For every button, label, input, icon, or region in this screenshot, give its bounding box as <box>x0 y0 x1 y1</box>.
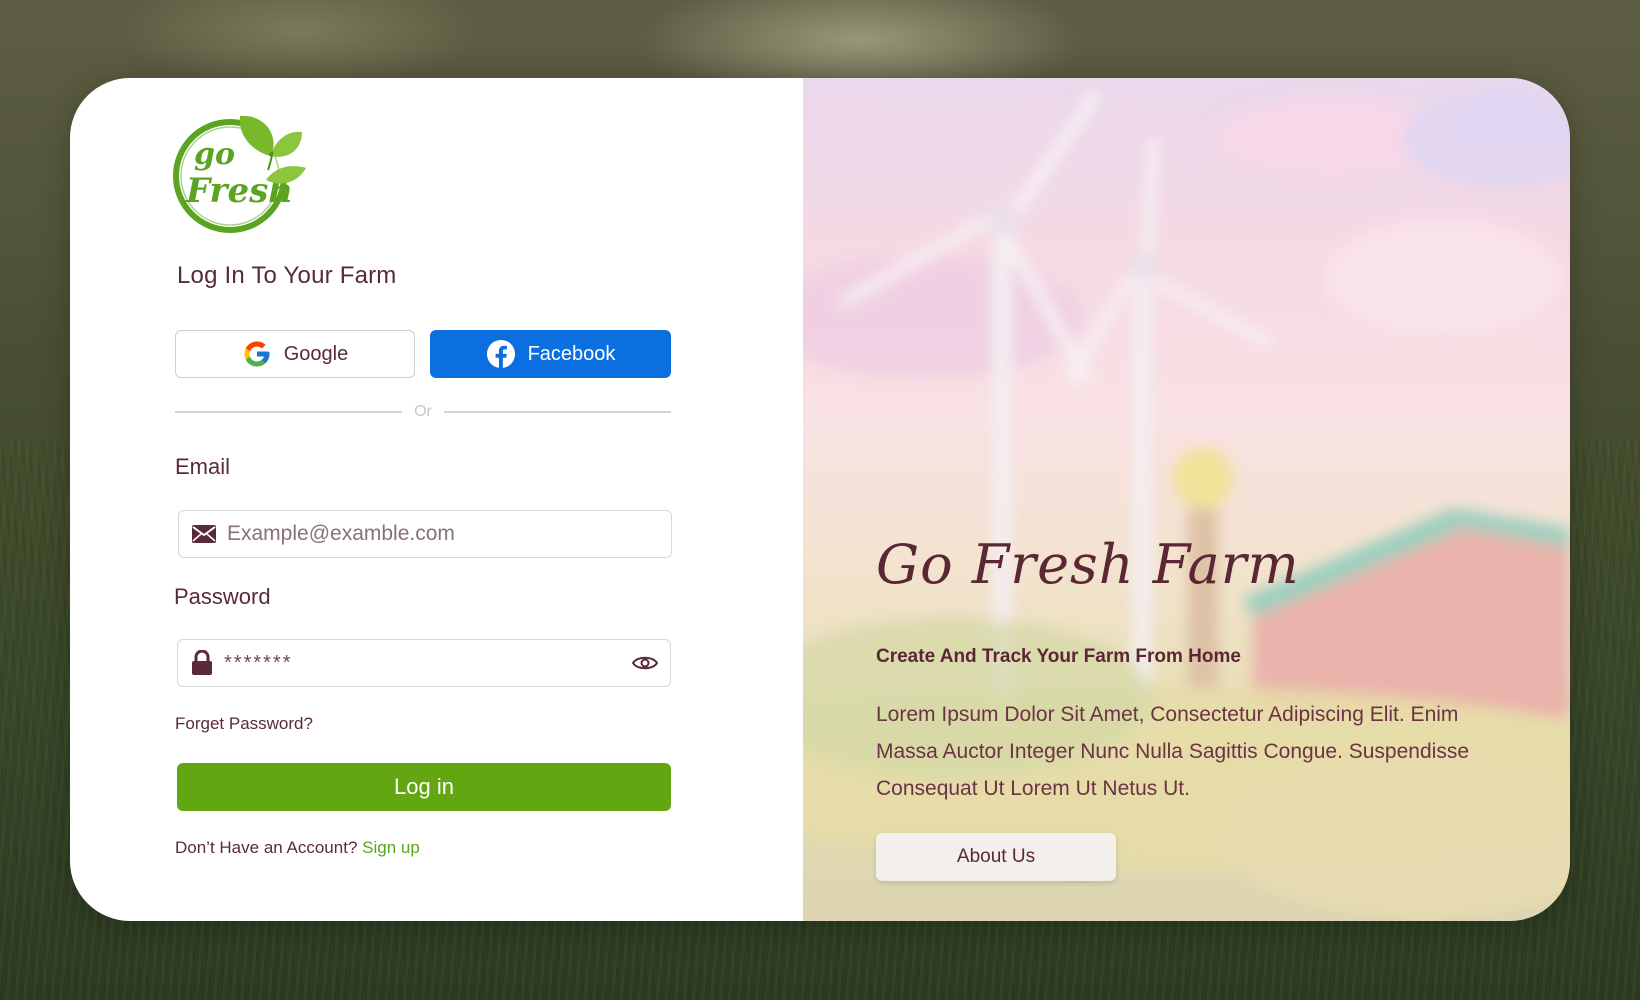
hero-tagline: Create And Track Your Farm From Home <box>876 646 1241 667</box>
password-label: Password <box>174 584 271 609</box>
login-card: go Fresh Log In To Your Farm Google Face… <box>70 78 1570 921</box>
divider-line-right <box>443 411 671 413</box>
email-input[interactable] <box>227 522 659 546</box>
email-label: Email <box>175 454 231 479</box>
google-icon <box>244 341 270 367</box>
facebook-icon <box>486 339 515 369</box>
hero-panel: Go Fresh Farm Create And Track Your Farm… <box>803 78 1570 921</box>
email-field[interactable] <box>178 510 672 558</box>
envelope-icon <box>192 525 216 543</box>
eye-icon[interactable] <box>632 654 658 672</box>
or-divider: Or <box>175 400 671 424</box>
hero-content: Go Fresh Farm Create And Track Your Farm… <box>876 78 1516 921</box>
hero-title: Go Fresh Farm <box>876 533 1300 596</box>
password-field[interactable]: ******* <box>177 639 671 687</box>
hero-description: Lorem Ipsum Dolor Sit Amet, Consectetur … <box>876 703 1469 800</box>
signup-link[interactable]: Sign up <box>362 838 420 857</box>
forgot-password-link[interactable]: Forget Password? <box>175 714 313 734</box>
google-login-button[interactable]: Google <box>175 330 415 378</box>
facebook-button-label: Facebook <box>527 342 616 365</box>
login-heading: Log In To Your Farm <box>177 262 397 289</box>
divider-line-left <box>175 411 403 413</box>
signup-row: Don’t Have an Account? Sign up <box>175 838 420 858</box>
password-input[interactable]: ******* <box>224 652 622 675</box>
svg-text:go: go <box>194 137 235 172</box>
divider-text: Or <box>414 403 432 420</box>
about-us-button[interactable]: About Us <box>876 833 1116 881</box>
google-button-label: Google <box>283 342 349 365</box>
lock-icon <box>192 650 212 675</box>
login-button[interactable]: Log in <box>177 763 671 811</box>
login-panel: go Fresh Log In To Your Farm Google Face… <box>70 78 803 921</box>
go-fresh-logo: go Fresh <box>173 115 306 233</box>
signup-prompt: Don’t Have an Account? <box>175 838 358 857</box>
facebook-login-button[interactable]: Facebook <box>430 330 671 378</box>
